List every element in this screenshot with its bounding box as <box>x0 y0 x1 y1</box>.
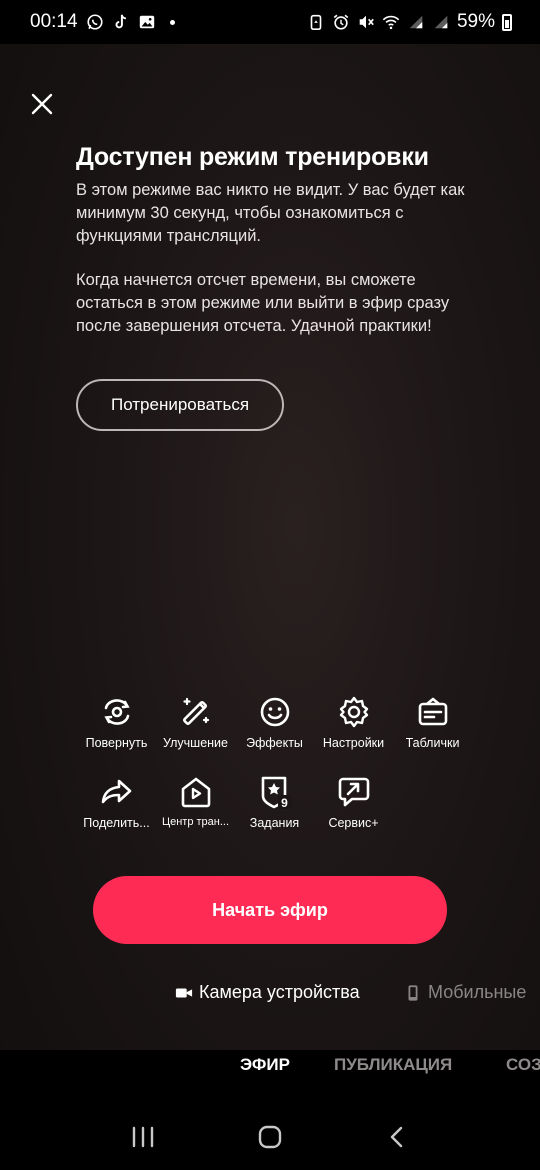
tool-live-center[interactable]: Центр тран... <box>156 772 235 830</box>
tool-share[interactable]: Поделить... <box>77 772 156 830</box>
tools-row-1: Повернуть Улучшение Эффекты Настройки Та… <box>77 692 477 750</box>
source-mobile-label: Мобильные <box>428 982 527 1002</box>
source-selector: Камера устройства Мобильные <box>0 982 540 1012</box>
notification-dot <box>169 19 175 25</box>
close-button[interactable] <box>26 88 58 120</box>
phone-icon <box>408 984 418 1001</box>
tool-label: Центр тран... <box>161 816 230 828</box>
home-button[interactable] <box>250 1117 290 1157</box>
tab-post[interactable]: ПУБЛИКАЦИЯ <box>334 1055 452 1075</box>
source-camera[interactable]: Камера устройства <box>175 982 360 1003</box>
live-setup-screen: 00:14 59% Доступен режим тренировки В эт… <box>0 0 540 1170</box>
source-camera-label: Камера устройства <box>199 982 360 1002</box>
tool-label: Улучшение <box>163 736 228 750</box>
tools-row-2: Поделить... Центр тран... 9 Задания Серв… <box>77 772 477 830</box>
tool-enhance[interactable]: Улучшение <box>156 692 235 750</box>
tasks-badge-count: 9 <box>281 796 288 810</box>
tab-live[interactable]: ЭФИР <box>240 1055 290 1075</box>
signal-icon <box>407 13 425 31</box>
tool-tasks[interactable]: 9 Задания <box>235 772 314 830</box>
service-plus-icon <box>334 772 374 812</box>
flip-camera-icon <box>97 692 137 732</box>
tool-service-plus[interactable]: Сервис+ <box>314 772 393 830</box>
signal-icon <box>432 13 450 31</box>
smiley-icon <box>255 692 295 732</box>
whatsapp-icon <box>86 13 104 31</box>
video-camera-icon <box>175 988 193 997</box>
status-time: 00:14 <box>30 11 78 32</box>
battery-icon <box>502 13 512 31</box>
live-tools-grid: Повернуть Улучшение Эффекты Настройки Та… <box>77 692 477 830</box>
recent-apps-button[interactable] <box>123 1117 163 1157</box>
tool-effects[interactable]: Эффекты <box>235 692 314 750</box>
close-icon <box>31 93 53 115</box>
sign-icon <box>413 692 453 732</box>
mute-icon <box>357 13 375 31</box>
tool-signs[interactable]: Таблички <box>393 692 472 750</box>
tool-settings[interactable]: Настройки <box>314 692 393 750</box>
dialog-paragraph-1: В этом режиме вас никто не видит. У вас … <box>76 181 465 245</box>
tool-label: Эффекты <box>246 736 303 750</box>
live-center-icon <box>176 772 216 812</box>
tool-label: Задания <box>249 816 300 830</box>
tab-create[interactable]: СОЗ <box>506 1055 540 1075</box>
alarm-icon <box>332 13 350 31</box>
battery-saver-icon <box>307 13 325 31</box>
tasks-badge-icon: 9 <box>255 772 295 812</box>
recent-apps-icon <box>133 1126 154 1148</box>
dialog-title: Доступен режим тренировки <box>76 143 429 171</box>
go-live-button[interactable]: Начать эфир <box>93 876 447 944</box>
magic-wand-icon <box>176 692 216 732</box>
source-mobile[interactable]: Мобильные <box>404 982 526 1003</box>
tool-label: Поделить... <box>83 816 150 830</box>
tool-label: Таблички <box>405 736 460 750</box>
battery-percent: 59% <box>456 11 495 32</box>
gallery-icon <box>138 13 156 31</box>
share-icon <box>97 772 137 812</box>
tool-label: Повернуть <box>85 736 148 750</box>
system-nav-bar <box>0 1104 540 1170</box>
back-icon <box>390 1126 402 1148</box>
tool-label: Настройки <box>322 736 385 750</box>
dialog-paragraph-2: Когда начнется отсчет времени, вы сможет… <box>76 271 450 335</box>
tool-flip[interactable]: Повернуть <box>77 692 156 750</box>
tool-label: Сервис+ <box>328 816 379 830</box>
practice-button[interactable]: Потренироваться <box>76 379 284 431</box>
gear-icon <box>334 692 374 732</box>
home-icon <box>258 1125 282 1149</box>
wifi-icon <box>382 13 400 31</box>
status-bar: 00:14 59% <box>0 0 540 44</box>
back-button[interactable] <box>377 1117 417 1157</box>
tiktok-icon <box>112 13 130 31</box>
